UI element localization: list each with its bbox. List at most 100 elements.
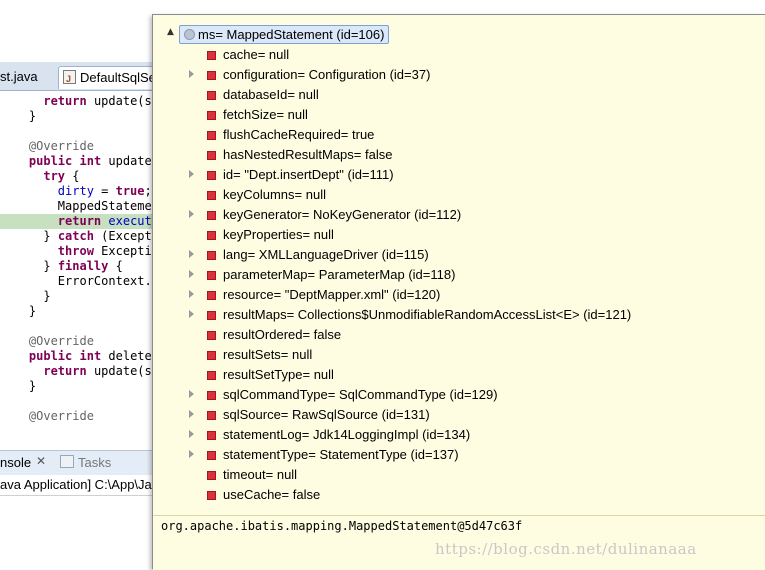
- variable-label: fetchSize= null: [223, 107, 308, 122]
- private-field-icon: [207, 491, 216, 500]
- private-field-icon: [207, 191, 216, 200]
- code-line: }: [0, 289, 160, 304]
- code-token: int: [79, 349, 102, 363]
- detail-value: org.apache.ibatis.mapping.MappedStatemen…: [161, 519, 523, 533]
- watermark: https://blog.csdn.net/dulinanaaa: [435, 540, 697, 558]
- code-line: try {: [0, 169, 160, 184]
- expand-arrow-icon[interactable]: [189, 70, 194, 78]
- private-field-icon: [207, 251, 216, 260]
- code-token: ;: [144, 184, 152, 198]
- expand-arrow-icon[interactable]: [189, 290, 194, 298]
- code-line: }: [0, 109, 160, 124]
- code-token: catch: [57, 229, 94, 243]
- variable-row[interactable]: resource= "DeptMapper.xml" (id=120): [153, 285, 753, 305]
- variable-row[interactable]: timeout= null: [153, 465, 753, 485]
- editor-tab-defaultsqlsession[interactable]: DefaultSqlSe: [58, 66, 161, 90]
- code-line: } finally {: [0, 259, 160, 274]
- variable-row[interactable]: id= "Dept.insertDept" (id=111): [153, 165, 753, 185]
- private-field-icon: [207, 271, 216, 280]
- variable-row[interactable]: fetchSize= null: [153, 105, 753, 125]
- variable-row[interactable]: sqlSource= RawSqlSource (id=131): [153, 405, 753, 425]
- variable-tree[interactable]: ▲ ms= MappedStatement (id=106) cache= nu…: [153, 15, 765, 509]
- variable-row[interactable]: configuration= Configuration (id=37): [153, 65, 753, 85]
- expand-arrow-icon[interactable]: [189, 210, 194, 218]
- expand-arrow-icon[interactable]: [189, 310, 194, 318]
- local-variable-icon: [184, 29, 195, 40]
- code-token: }: [43, 289, 51, 303]
- variable-label: keyColumns= null: [223, 187, 326, 202]
- tab-console[interactable]: nsole: [0, 455, 31, 470]
- variable-label: useCache= false: [223, 487, 321, 502]
- variable-row[interactable]: resultOrdered= false: [153, 325, 753, 345]
- variable-label: resultSets= null: [223, 347, 313, 362]
- code-line: }: [0, 304, 160, 319]
- private-field-icon: [207, 431, 216, 440]
- variable-row[interactable]: lang= XMLLanguageDriver (id=115): [153, 245, 753, 265]
- variable-row[interactable]: flushCacheRequired= true: [153, 125, 753, 145]
- expand-arrow-icon[interactable]: [189, 410, 194, 418]
- root-variable[interactable]: ms= MappedStatement (id=106): [179, 25, 390, 44]
- code-token: return: [43, 364, 87, 378]
- code-token: MappedStatement: [57, 199, 160, 213]
- expand-arrow-icon[interactable]: [189, 430, 194, 438]
- variable-row[interactable]: statementType= StatementType (id=137): [153, 445, 753, 465]
- variable-row[interactable]: useCache= false: [153, 485, 753, 505]
- expand-arrow-icon[interactable]: [189, 170, 194, 178]
- code-token: throw: [57, 244, 94, 258]
- code-line: return executor: [0, 214, 160, 229]
- java-file-icon: [63, 68, 76, 90]
- expand-arrow-icon[interactable]: [189, 250, 194, 258]
- variable-row[interactable]: databaseId= null: [153, 85, 753, 105]
- tab-tasks[interactable]: Tasks: [60, 455, 111, 470]
- variable-row[interactable]: resultSets= null: [153, 345, 753, 365]
- inspect-popup[interactable]: ▲ ms= MappedStatement (id=106) cache= nu…: [152, 14, 765, 570]
- code-token: public: [28, 154, 73, 168]
- private-field-icon: [207, 311, 216, 320]
- expand-arrow-icon[interactable]: [189, 390, 194, 398]
- variable-row[interactable]: statementLog= Jdk14LoggingImpl (id=134): [153, 425, 753, 445]
- variable-label: timeout= null: [223, 467, 298, 482]
- expand-arrow-icon[interactable]: [189, 450, 194, 458]
- code-token: public: [28, 349, 73, 363]
- variable-row[interactable]: parameterMap= ParameterMap (id=118): [153, 265, 753, 285]
- variable-row[interactable]: sqlCommandType= SqlCommandType (id=129): [153, 385, 753, 405]
- code-token: (Exception: [101, 229, 160, 243]
- private-field-icon: [207, 351, 216, 360]
- close-icon[interactable]: ✕: [36, 454, 46, 468]
- variable-label: sqlCommandType= SqlCommandType (id=129): [223, 387, 498, 402]
- variable-row[interactable]: keyGenerator= NoKeyGenerator (id=112): [153, 205, 753, 225]
- private-field-icon: [207, 171, 216, 180]
- expand-arrow-icon[interactable]: [189, 270, 194, 278]
- code-token: Exception: [93, 244, 160, 258]
- code-line: [0, 394, 160, 409]
- code-line: @Override: [0, 139, 160, 154]
- detail-pane[interactable]: org.apache.ibatis.mapping.MappedStatemen…: [153, 515, 765, 570]
- variable-row[interactable]: keyColumns= null: [153, 185, 753, 205]
- editor-tab-java-file[interactable]: st.java: [0, 66, 44, 88]
- chevron-up-icon[interactable]: ▲: [167, 27, 174, 37]
- private-field-icon: [207, 91, 216, 100]
- variable-row[interactable]: hasNestedResultMaps= false: [153, 145, 753, 165]
- code-editor[interactable]: return update(sta } @Override public int…: [0, 91, 160, 436]
- variable-row[interactable]: keyProperties= null: [153, 225, 753, 245]
- code-line: dirty = true;: [0, 184, 160, 199]
- code-token: int: [79, 154, 102, 168]
- code-token: }: [28, 109, 37, 123]
- variable-row[interactable]: resultSetType= null: [153, 365, 753, 385]
- code-line: [0, 319, 160, 334]
- variable-label: resultOrdered= false: [223, 327, 342, 342]
- code-line: MappedStatement: [0, 199, 160, 214]
- code-token: @Override: [28, 139, 94, 153]
- variable-row[interactable]: resultMaps= Collections$UnmodifiableRand…: [153, 305, 753, 325]
- variable-row[interactable]: cache= null: [153, 45, 753, 65]
- tab-label: DefaultSqlSe: [80, 70, 156, 85]
- private-field-icon: [207, 391, 216, 400]
- code-line: return update(sta: [0, 364, 160, 379]
